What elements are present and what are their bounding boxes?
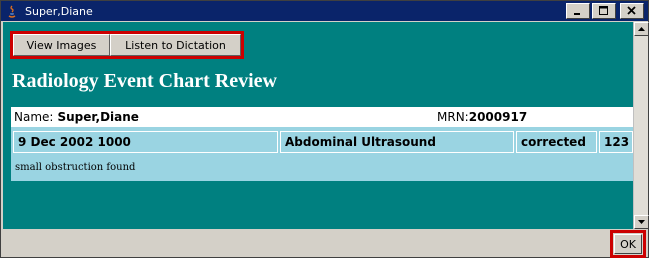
- close-button[interactable]: [620, 3, 644, 19]
- footer: OK: [3, 229, 648, 258]
- event-report: Name: Super,Diane MRN:2000917 9 Dec 2002…: [11, 107, 633, 181]
- mrn: MRN:2000917: [437, 110, 527, 124]
- maximize-button[interactable]: [592, 3, 616, 19]
- report-window: Super,Diane View Images Listen to Dictat…: [0, 0, 649, 258]
- mrn-label: MRN:: [437, 110, 469, 124]
- minimize-button[interactable]: [566, 3, 590, 19]
- event-datetime: 9 Dec 2002 1000: [13, 131, 278, 153]
- maximize-icon: [599, 6, 608, 15]
- minimize-icon: [574, 13, 580, 15]
- ok-highlight: OK: [610, 230, 646, 258]
- patient-row: Name: Super,Diane MRN:2000917: [11, 107, 633, 127]
- page-title: Radiology Event Chart Review: [12, 70, 277, 92]
- patient-name: Super,Diane: [57, 110, 139, 124]
- java-icon: [5, 4, 19, 18]
- event-finding: small obstruction found: [15, 162, 136, 173]
- scroll-up-button[interactable]: [634, 22, 649, 36]
- event-number: 123: [599, 131, 633, 153]
- arrow-up-icon: [638, 26, 645, 31]
- ok-button[interactable]: OK: [614, 234, 642, 254]
- listen-to-dictation-button[interactable]: Listen to Dictation: [110, 34, 241, 56]
- action-button-group: View Images Listen to Dictation: [10, 31, 244, 59]
- mrn-value: 2000917: [468, 110, 528, 124]
- title-bar[interactable]: Super,Diane: [1, 1, 648, 21]
- window-title: Super,Diane: [25, 4, 93, 18]
- close-icon: [627, 6, 636, 15]
- event-row: 9 Dec 2002 1000 Abdominal Ultrasound cor…: [13, 131, 633, 153]
- name-label: Name:: [14, 110, 54, 124]
- arrow-down-icon: [638, 219, 645, 224]
- report-panel: View Images Listen to Dictation Radiolog…: [3, 22, 633, 229]
- event-exam: Abdominal Ultrasound: [280, 131, 514, 153]
- scroll-down-button[interactable]: [634, 215, 649, 229]
- view-images-button[interactable]: View Images: [13, 34, 110, 56]
- vertical-scrollbar[interactable]: [633, 22, 649, 229]
- event-status: corrected: [516, 131, 597, 153]
